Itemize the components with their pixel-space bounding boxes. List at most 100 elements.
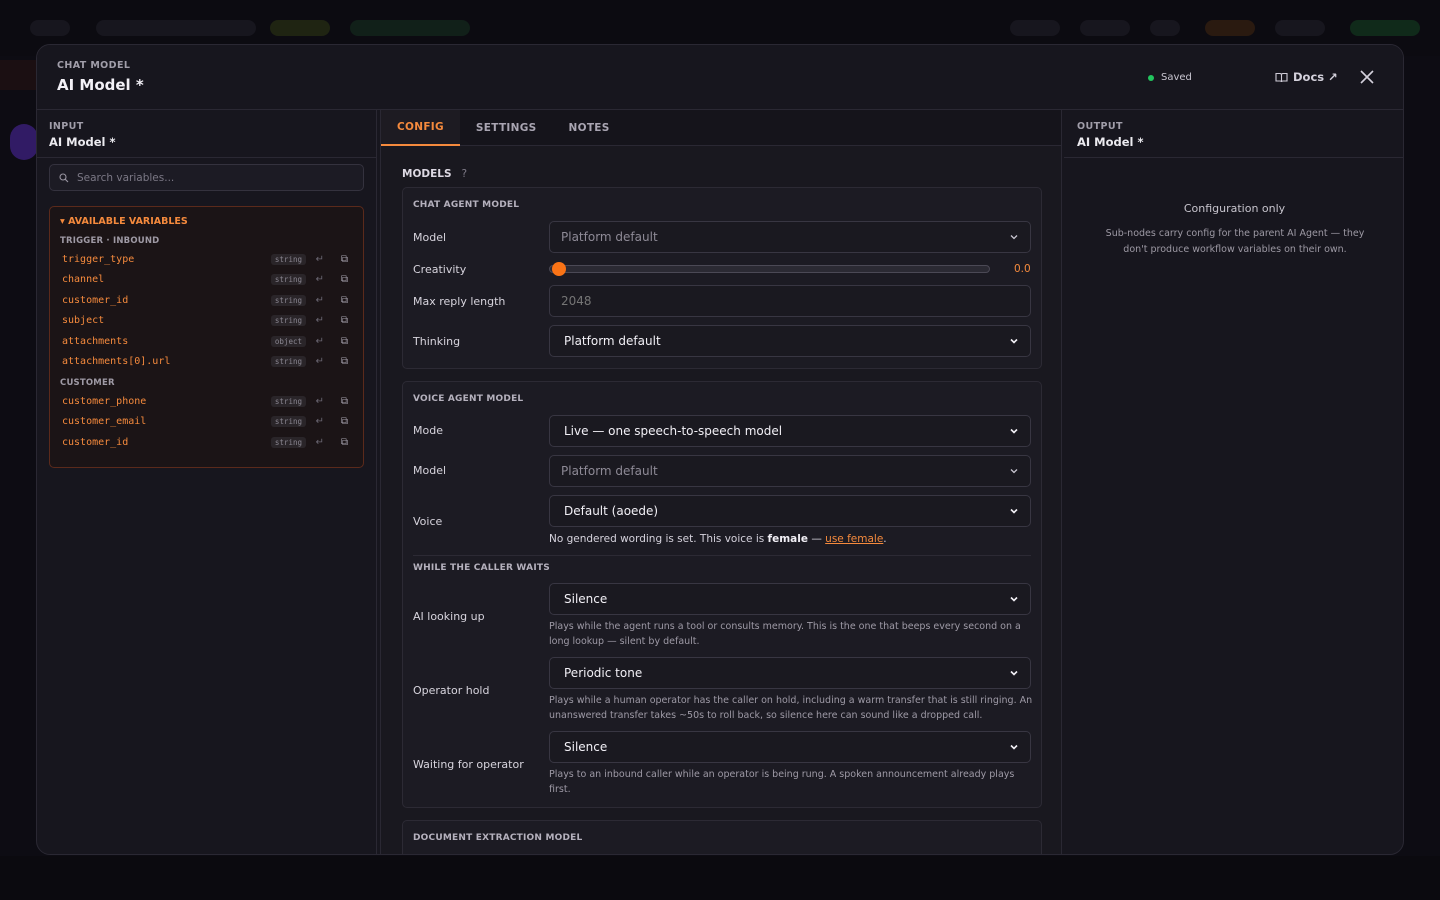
voice-label: Voice xyxy=(413,515,443,528)
waiting-select[interactable]: Silence xyxy=(549,731,1031,763)
insert-icon[interactable]: ↵ xyxy=(316,274,324,285)
voice-note-dash: — xyxy=(807,533,826,545)
config-panel: CONFIG SETTINGS NOTES MODELS ? CHAT AGEN… xyxy=(380,110,1062,854)
node-config-modal: CHAT MODEL AI Model * Saved Docs ↗ INPUT… xyxy=(36,44,1404,855)
insert-icon[interactable]: ↵ xyxy=(316,437,324,448)
background-pill xyxy=(30,20,70,36)
voice-note-prefix: No gendered wording is set. This voice i… xyxy=(549,533,768,545)
copy-icon[interactable]: ⧉ xyxy=(341,274,348,285)
variable-type-badge: string xyxy=(270,294,306,306)
variable-row[interactable]: channel string ↵ ⧉ xyxy=(50,270,363,291)
hold-select[interactable]: Periodic tone xyxy=(549,657,1031,689)
variable-row[interactable]: customer_phone string ↵ ⧉ xyxy=(50,391,363,412)
variable-type-badge: string xyxy=(270,315,306,327)
creativity-value: 0.0 xyxy=(1014,263,1031,275)
tab-config[interactable]: CONFIG xyxy=(381,110,460,146)
insert-icon[interactable]: ↵ xyxy=(316,315,324,326)
doc-extraction-title: DOCUMENT EXTRACTION MODEL xyxy=(413,833,583,843)
copy-icon[interactable]: ⧉ xyxy=(341,315,348,326)
chevron-down-icon xyxy=(1010,596,1018,602)
chevron-down-icon xyxy=(1010,469,1018,474)
voice-model-select[interactable]: Platform default xyxy=(549,455,1031,487)
creativity-slider-handle[interactable] xyxy=(552,262,566,276)
variable-type-badge: string xyxy=(270,356,306,368)
lookup-value: Silence xyxy=(564,592,608,606)
thinking-value: Platform default xyxy=(564,334,661,348)
copy-icon[interactable]: ⧉ xyxy=(341,356,348,367)
variable-type-badge: string xyxy=(270,436,306,448)
available-variables-toggle[interactable]: ▾ AVAILABLE VARIABLES xyxy=(50,214,363,228)
output-panel: OUTPUT AI Model * Configuration only Sub… xyxy=(1064,110,1403,854)
insert-icon[interactable]: ↵ xyxy=(316,356,324,367)
voice-gender-note: No gendered wording is set. This voice i… xyxy=(549,533,887,545)
saved-dot-icon xyxy=(1148,74,1154,81)
copy-icon[interactable]: ⧉ xyxy=(341,336,348,347)
search-icon xyxy=(59,172,69,182)
variable-group-label: CUSTOMER xyxy=(60,378,115,388)
insert-icon[interactable]: ↵ xyxy=(316,336,324,347)
max-reply-input[interactable] xyxy=(550,286,1030,316)
copy-icon[interactable]: ⧉ xyxy=(341,396,348,407)
variable-name: attachments[0].url xyxy=(62,356,171,368)
lookup-help: Plays while the agent runs a tool or con… xyxy=(549,621,1021,647)
hold-help: Plays while a human operator has the cal… xyxy=(549,695,1033,721)
voice-value: Default (aoede) xyxy=(564,504,659,518)
hold-value: Periodic tone xyxy=(564,666,643,680)
use-female-link[interactable]: use female xyxy=(825,533,883,545)
voice-mode-select[interactable]: Live — one speech-to-speech model xyxy=(549,415,1031,447)
variable-name: attachments xyxy=(62,335,129,347)
voice-note-gender: female xyxy=(767,533,808,545)
modal-header: CHAT MODEL AI Model * Saved Docs ↗ xyxy=(37,45,1403,110)
chat-model-label: Model xyxy=(413,231,447,244)
copy-icon[interactable]: ⧉ xyxy=(341,254,348,265)
copy-icon[interactable]: ⧉ xyxy=(341,416,348,427)
variable-row[interactable]: customer_id string ↵ ⧉ xyxy=(50,432,363,453)
help-icon[interactable]: ? xyxy=(462,168,468,180)
variable-search xyxy=(49,164,364,191)
background-pill xyxy=(1205,20,1255,36)
copy-icon[interactable]: ⧉ xyxy=(341,437,348,448)
variable-type-badge: string xyxy=(270,253,306,265)
chevron-down-icon xyxy=(1010,744,1018,750)
insert-icon[interactable]: ↵ xyxy=(316,416,324,427)
insert-icon[interactable]: ↵ xyxy=(316,295,324,306)
variable-row[interactable]: customer_id string ↵ ⧉ xyxy=(50,290,363,311)
saved-status: Saved xyxy=(1148,72,1192,83)
background-pill xyxy=(350,20,470,36)
variable-name: customer_phone xyxy=(62,395,147,407)
lookup-select[interactable]: Silence xyxy=(549,583,1031,615)
chevron-down-icon xyxy=(1010,338,1018,344)
voice-agent-title: VOICE AGENT MODEL xyxy=(413,394,524,404)
insert-icon[interactable]: ↵ xyxy=(316,254,324,265)
tab-notes[interactable]: NOTES xyxy=(553,110,626,146)
variable-name: trigger_type xyxy=(62,253,135,265)
variable-row[interactable]: trigger_type string ↵ ⧉ xyxy=(50,249,363,270)
copy-icon[interactable]: ⧉ xyxy=(341,295,348,306)
thinking-select[interactable]: Platform default xyxy=(549,325,1031,357)
input-kicker: INPUT xyxy=(49,121,84,132)
background-pill xyxy=(1275,20,1325,36)
chat-model-select[interactable]: Platform default xyxy=(549,221,1031,253)
saved-label: Saved xyxy=(1161,72,1192,83)
output-panel-header: OUTPUT AI Model * xyxy=(1064,110,1403,158)
creativity-slider[interactable] xyxy=(549,262,990,276)
voice-model-label: Model xyxy=(413,464,447,477)
docs-link[interactable]: Docs ↗ xyxy=(1275,70,1338,84)
book-icon xyxy=(1275,72,1288,82)
search-input[interactable] xyxy=(77,171,347,184)
chevron-down-icon xyxy=(1010,670,1018,676)
insert-icon[interactable]: ↵ xyxy=(316,396,324,407)
tab-settings[interactable]: SETTINGS xyxy=(460,110,553,146)
variable-row[interactable]: customer_email string ↵ ⧉ xyxy=(50,412,363,433)
variable-row[interactable]: attachments object ↵ ⧉ xyxy=(50,331,363,352)
voice-select[interactable]: Default (aoede) xyxy=(549,495,1031,527)
variable-row[interactable]: subject string ↵ ⧉ xyxy=(50,311,363,332)
close-button[interactable] xyxy=(1357,67,1377,87)
models-heading: MODELS xyxy=(402,168,452,180)
variable-row[interactable]: attachments[0].url string ↵ ⧉ xyxy=(50,352,363,373)
chevron-down-icon xyxy=(1010,235,1018,240)
variable-name: customer_email xyxy=(62,416,147,428)
input-panel: INPUT AI Model * ▾ AVAILABLE VARIABLES T… xyxy=(37,110,377,854)
modal-title: AI Model * xyxy=(57,76,144,94)
waits-title: WHILE THE CALLER WAITS xyxy=(413,563,550,573)
